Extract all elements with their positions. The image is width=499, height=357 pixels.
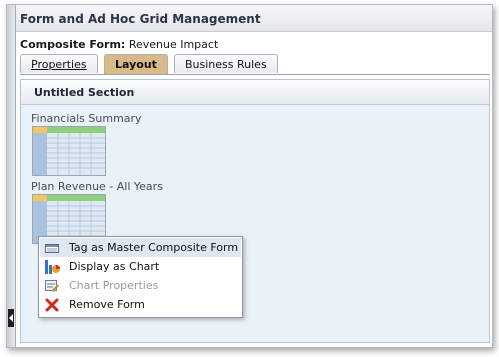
tab-divider — [20, 74, 490, 75]
tab-layout-label: Layout — [115, 58, 157, 71]
form-label-financials-summary: Financials Summary — [31, 112, 142, 125]
menu-item-remove-form[interactable]: Remove Form — [40, 295, 241, 314]
form-label-plan-revenue: Plan Revenue - All Years — [31, 180, 163, 193]
menu-item-tag-master[interactable]: Tag as Master Composite Form — [40, 238, 241, 257]
tab-bar: Properties Layout Business Rules — [20, 54, 490, 74]
chart-properties-icon — [44, 278, 60, 294]
menu-item-display-chart[interactable]: Display as Chart — [40, 257, 241, 276]
context-menu: Tag as Master Composite Form Display as … — [38, 236, 243, 318]
menu-item-label: Display as Chart — [69, 260, 160, 273]
title-bar: Form and Ad Hoc Grid Management — [16, 5, 492, 32]
collapse-arrow-icon[interactable] — [8, 309, 14, 327]
tab-properties[interactable]: Properties — [20, 54, 98, 73]
tab-business-rules-label: Business Rules — [185, 58, 267, 71]
tab-business-rules[interactable]: Business Rules — [174, 54, 278, 73]
composite-form-heading: Composite Form: Revenue Impact — [20, 38, 218, 51]
remove-x-icon — [44, 297, 60, 313]
menu-item-label: Remove Form — [69, 298, 145, 311]
tab-layout[interactable]: Layout — [104, 54, 168, 74]
section-header[interactable]: Untitled Section — [21, 80, 489, 105]
grid-form-icon[interactable] — [32, 126, 106, 176]
master-tag-icon — [44, 240, 60, 256]
menu-item-label: Chart Properties — [69, 279, 159, 292]
left-splitter[interactable] — [7, 5, 16, 347]
tab-properties-label: Properties — [31, 58, 87, 71]
chart-icon — [44, 259, 60, 275]
section-title: Untitled Section — [34, 86, 135, 99]
menu-item-chart-properties: Chart Properties — [40, 276, 241, 295]
composite-form-label: Composite Form: — [20, 38, 126, 51]
window-title: Form and Ad Hoc Grid Management — [20, 12, 261, 26]
composite-form-name: Revenue Impact — [128, 38, 219, 51]
menu-item-label: Tag as Master Composite Form — [69, 241, 239, 254]
